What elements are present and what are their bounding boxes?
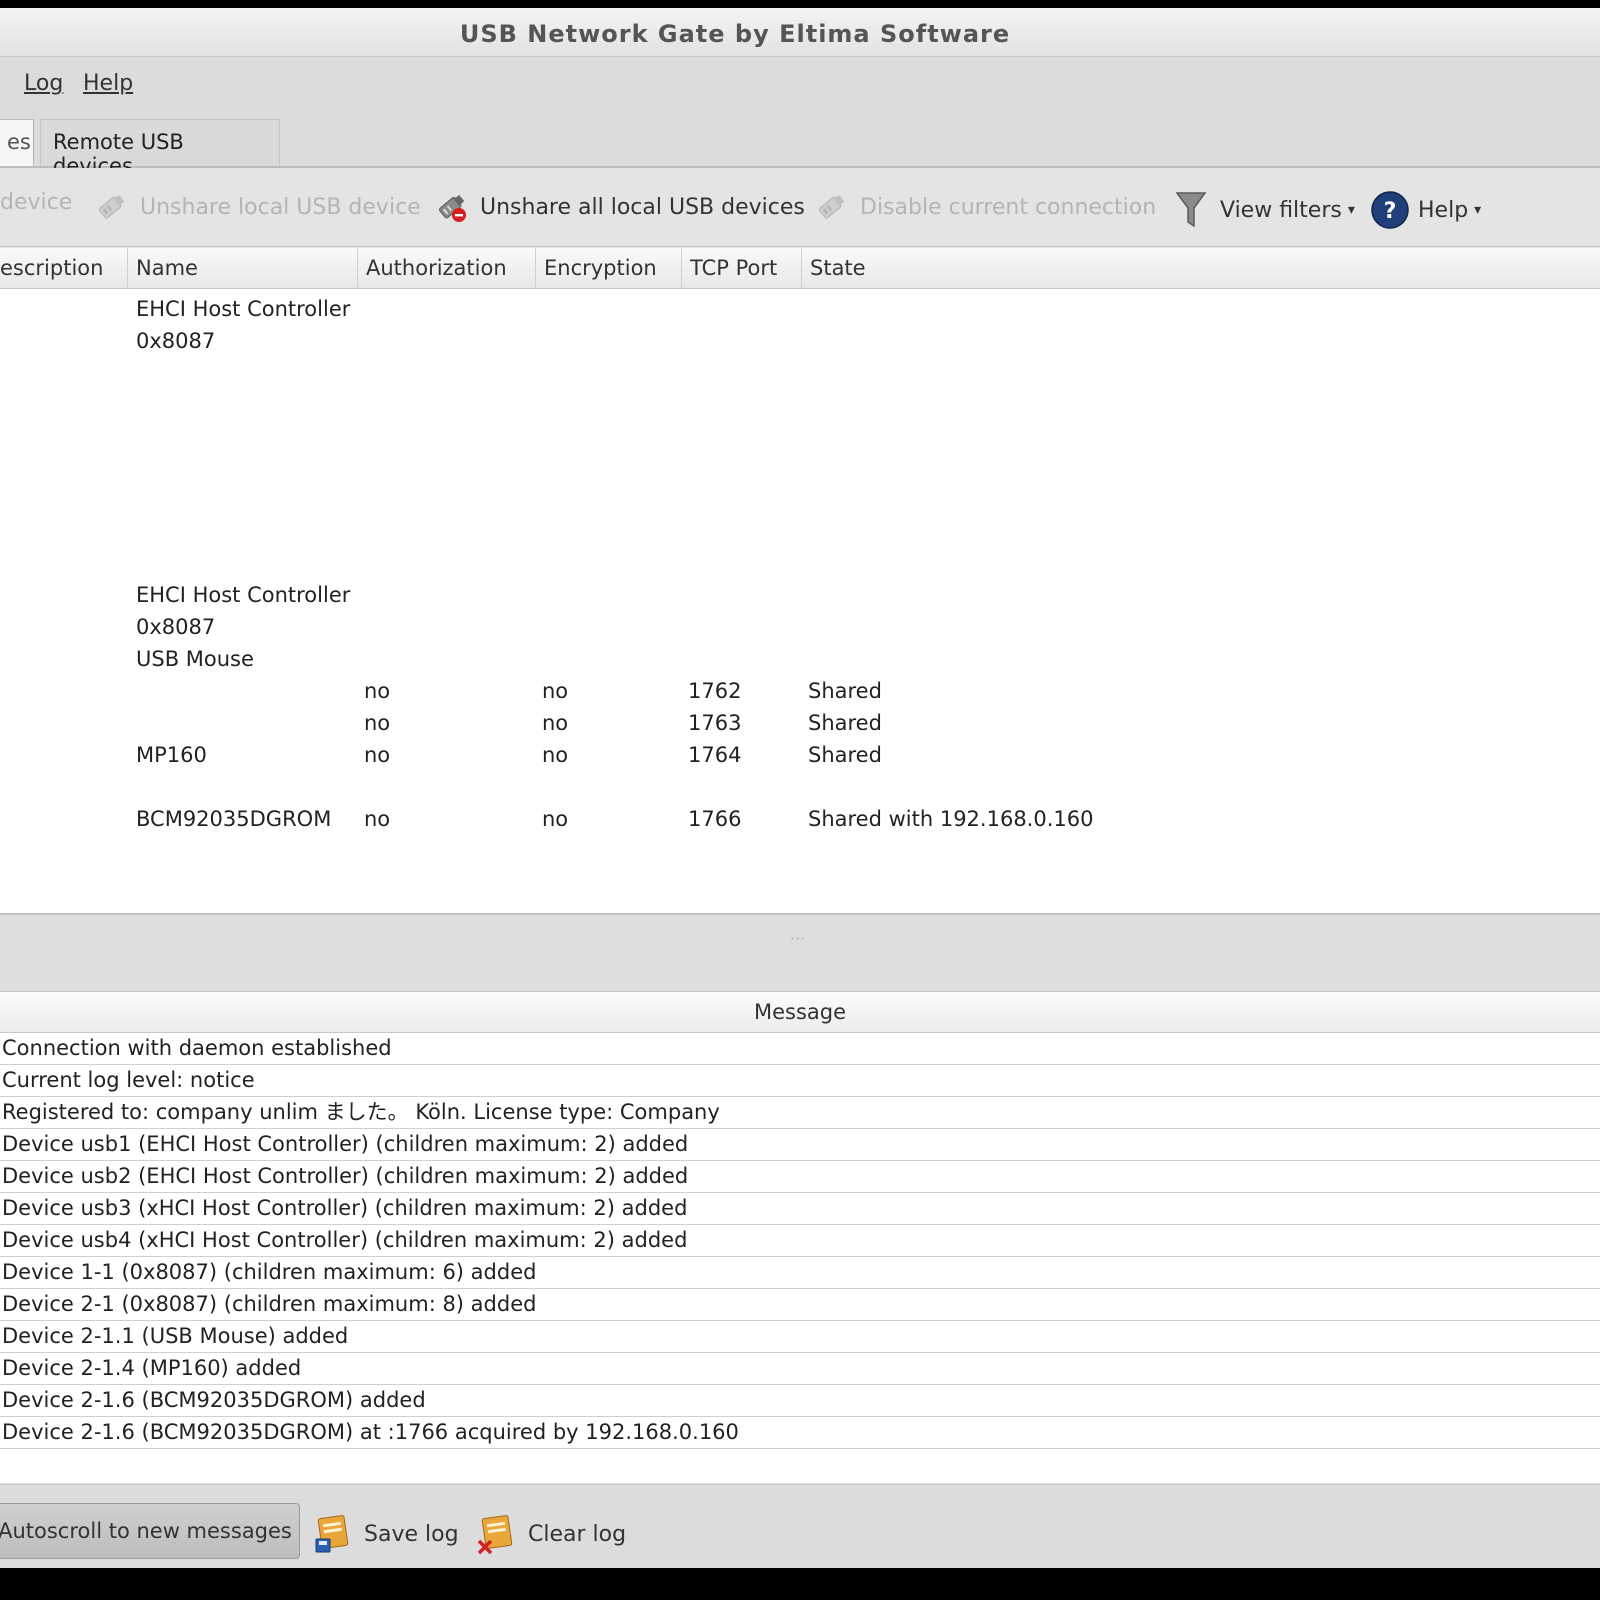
help-toolbar-button[interactable]: ? Help ▾ [1370, 190, 1481, 230]
clear-log-button[interactable]: Clear log [476, 1513, 626, 1555]
share-device-label: device [0, 190, 73, 215]
log-entry[interactable]: Device 1-1 (0x8087) (children maximum: 6… [0, 1257, 1600, 1289]
log-column-message[interactable]: Message [0, 992, 1600, 1033]
log-list: Connection with daemon established Curre… [0, 1033, 1600, 1483]
log-entry[interactable]: Device 2-1.6 (BCM92035DGROM) added [0, 1385, 1600, 1417]
title-bar: USB Network Gate by Eltima Software [0, 8, 1600, 57]
device-encryption: no [542, 807, 569, 831]
app-window: USB Network Gate by Eltima Software | Lo… [0, 8, 1600, 1568]
column-encryption[interactable]: Encryption [536, 248, 682, 288]
device-encryption: no [542, 743, 569, 767]
save-log-button[interactable]: Save log [312, 1513, 459, 1555]
device-state: Shared [808, 743, 882, 767]
chevron-down-icon: ▾ [1474, 202, 1482, 218]
splitter-grip[interactable]: ··· [790, 929, 805, 948]
menu-item-clipped[interactable]: | [0, 71, 1, 96]
log-entry[interactable]: Device 2-1.4 (MP160) added [0, 1353, 1600, 1385]
device-state: Shared with 192.168.0.160 [808, 807, 1094, 831]
toolbar: device Unshare local USB device Unshare … [0, 168, 1600, 247]
column-state[interactable]: State [802, 248, 1600, 288]
tab-local-usb-devices[interactable]: es [0, 119, 34, 166]
device-name[interactable]: 0x8087 [136, 329, 215, 353]
log-entry[interactable]: Device usb1 (EHCI Host Controller) (chil… [0, 1129, 1600, 1161]
help-icon: ? [1371, 191, 1409, 229]
log-entry[interactable]: Device usb3 (xHCI Host Controller) (chil… [0, 1193, 1600, 1225]
menu-item-log[interactable]: Log [24, 71, 63, 96]
device-name[interactable]: MP160 [136, 743, 207, 767]
device-authorization: no [364, 807, 391, 831]
log-entry[interactable]: Registered to: company unlim ました。 Köln. … [0, 1097, 1600, 1129]
device-tcp-port: 1766 [688, 807, 742, 831]
column-tcp-port[interactable]: TCP Port [682, 248, 802, 288]
device-name[interactable]: EHCI Host Controller [136, 297, 350, 321]
device-name[interactable]: 0x8087 [136, 615, 215, 639]
log-entry[interactable]: Device 2-1 (0x8087) (children maximum: 8… [0, 1289, 1600, 1321]
log-actions-bar: Autoscroll to new messages Save log Clea… [0, 1484, 1600, 1568]
device-authorization: no [364, 743, 391, 767]
device-encryption: no [542, 679, 569, 703]
usb-plug-remove-icon [439, 194, 466, 222]
unshare-local-device-label: Unshare local USB device [140, 194, 421, 220]
log-entry[interactable]: Connection with daemon established [0, 1033, 1600, 1065]
share-device-button[interactable]: device [0, 190, 72, 215]
window-title: USB Network Gate by Eltima Software [459, 20, 1011, 48]
device-encryption: no [542, 711, 569, 735]
device-state: Shared [808, 711, 882, 735]
help-toolbar-label: Help [1418, 197, 1469, 223]
save-log-label: Save log [364, 1521, 459, 1547]
chevron-down-icon: ▾ [1347, 202, 1355, 218]
device-name[interactable]: USB Mouse [136, 647, 254, 671]
unshare-all-devices-button[interactable]: Unshare all local USB devices [434, 190, 805, 224]
devices-table-header: escription Name Authorization Encryption… [0, 248, 1600, 289]
usb-plug-icon [819, 194, 845, 219]
disable-connection-label: Disable current connection [860, 194, 1157, 220]
tab-bar: es Remote USB devices [0, 113, 1600, 178]
column-description[interactable]: escription [0, 248, 128, 288]
device-tcp-port: 1763 [688, 711, 742, 735]
column-name[interactable]: Name [128, 248, 358, 288]
clear-log-icon [477, 1515, 513, 1555]
device-name[interactable]: BCM92035DGROM [136, 807, 331, 831]
autoscroll-toggle-button[interactable]: Autoscroll to new messages [0, 1503, 300, 1559]
menu-bar: | Log Help [0, 57, 1600, 113]
pane-splitter[interactable]: ··· [0, 914, 1600, 992]
device-authorization: no [364, 679, 391, 703]
tab-remote-usb-devices[interactable]: Remote USB devices [40, 119, 280, 178]
usb-plug-icon [99, 194, 125, 219]
disable-connection-button[interactable]: Disable current connection [814, 190, 1156, 224]
log-entry[interactable]: Device 2-1.6 (BCM92035DGROM) at :1766 ac… [0, 1417, 1600, 1449]
filter-funnel-icon [1175, 192, 1207, 228]
clear-log-label: Clear log [528, 1521, 627, 1547]
view-filters-button[interactable]: View filters ▾ [1174, 190, 1355, 230]
menu-item-help[interactable]: Help [83, 71, 133, 96]
device-tcp-port: 1764 [688, 743, 742, 767]
log-entry[interactable]: Current log level: notice [0, 1065, 1600, 1097]
view-filters-label: View filters [1220, 197, 1342, 223]
log-entry[interactable]: Device 2-1.1 (USB Mouse) added [0, 1321, 1600, 1353]
unshare-all-devices-label: Unshare all local USB devices [480, 194, 805, 220]
device-authorization: no [364, 711, 391, 735]
device-state: Shared [808, 679, 882, 703]
device-name[interactable]: EHCI Host Controller [136, 583, 350, 607]
log-entry[interactable]: Device usb4 (xHCI Host Controller) (chil… [0, 1225, 1600, 1257]
device-tcp-port: 1762 [688, 679, 742, 703]
devices-table: EHCI Host Controller 0x8087 EHCI Host Co… [0, 289, 1600, 914]
unshare-local-device-button[interactable]: Unshare local USB device [94, 190, 421, 224]
log-entry[interactable]: Device usb2 (EHCI Host Controller) (chil… [0, 1161, 1600, 1193]
save-log-icon [315, 1515, 349, 1553]
column-authorization[interactable]: Authorization [358, 248, 536, 288]
help-glyph: ? [1384, 199, 1397, 224]
